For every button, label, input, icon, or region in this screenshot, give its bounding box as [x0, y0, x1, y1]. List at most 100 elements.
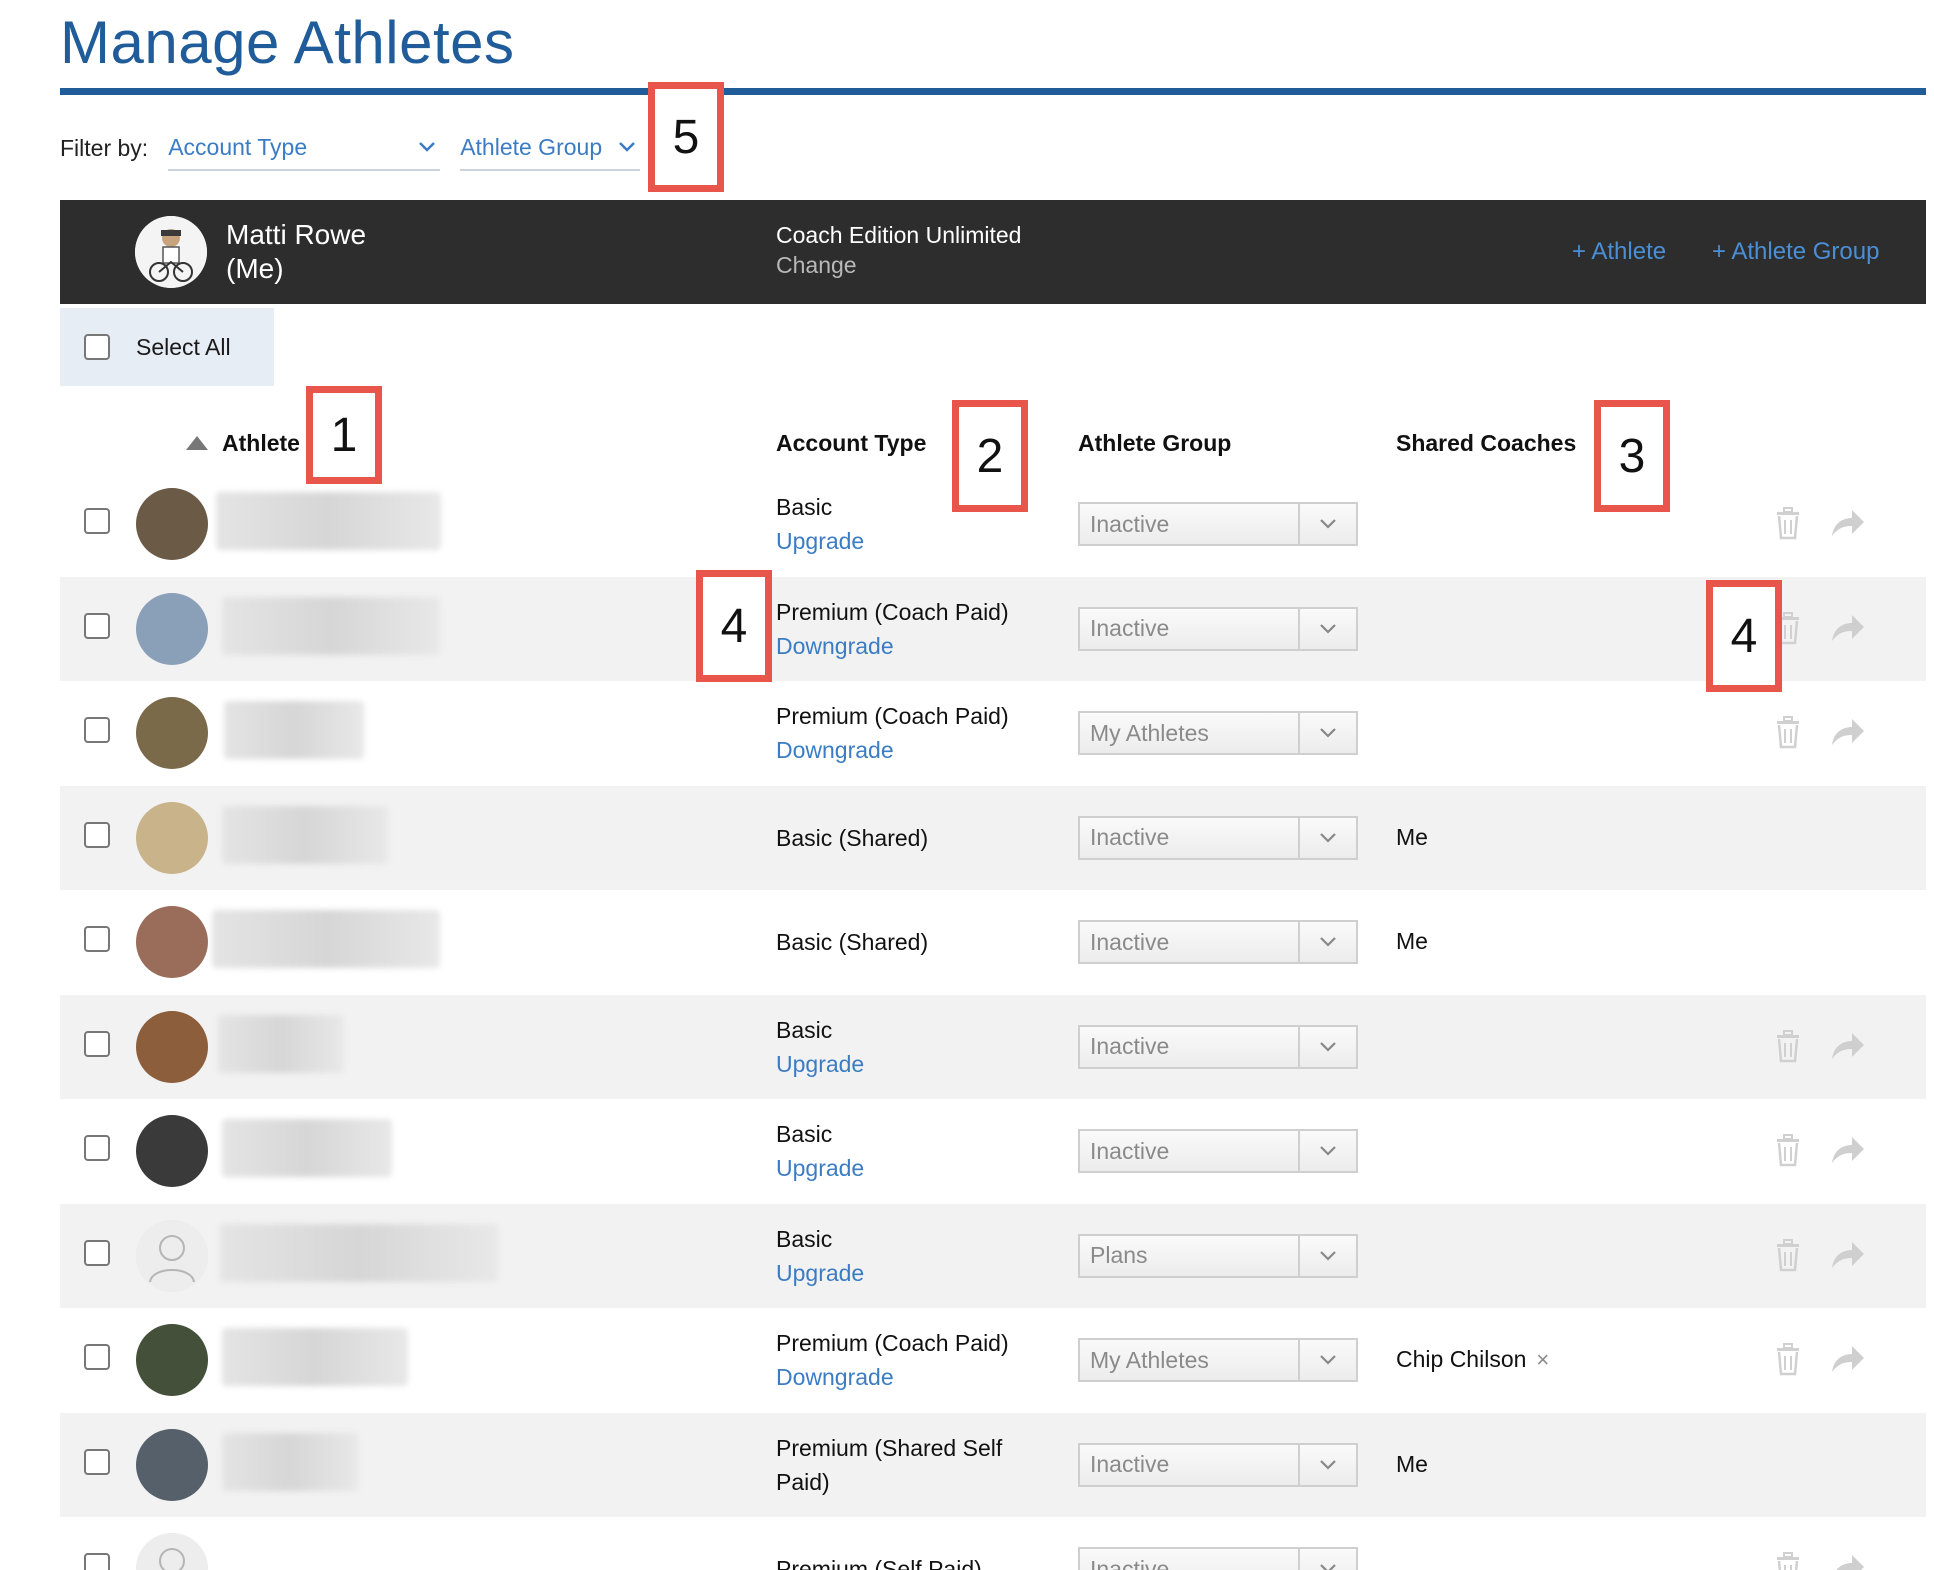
row-checkbox[interactable] — [84, 1135, 110, 1161]
chevron-down-icon — [1298, 817, 1356, 858]
upgrade-link[interactable]: Upgrade — [776, 1256, 1036, 1290]
trash-icon[interactable] — [1774, 1551, 1802, 1570]
account-type-value: Premium (Coach Paid) — [776, 598, 1009, 625]
athlete-group-select[interactable]: My Athletes — [1078, 1338, 1358, 1382]
select-all-label: Select All — [136, 333, 231, 360]
upgrade-link[interactable]: Upgrade — [776, 524, 1036, 558]
chevron-down-icon — [1298, 922, 1356, 962]
row-checkbox[interactable] — [84, 821, 110, 848]
table-row: Basic Upgrade Inactive — [60, 994, 1926, 1099]
select-all-checkbox[interactable] — [84, 334, 110, 360]
downgrade-link[interactable]: Downgrade — [776, 1360, 1036, 1394]
athlete-group-value: My Athletes — [1090, 1346, 1209, 1373]
athlete-name-redacted — [222, 596, 440, 655]
row-checkbox[interactable] — [84, 1553, 110, 1570]
add-athlete-group-button[interactable]: + Athlete Group — [1712, 238, 1879, 266]
column-header-athlete[interactable]: Athlete — [222, 430, 300, 457]
row-checkbox[interactable] — [84, 926, 110, 952]
athlete-group-select[interactable]: Inactive — [1078, 1547, 1358, 1570]
athlete-avatar — [136, 1010, 208, 1083]
row-checkbox[interactable] — [84, 508, 110, 534]
athlete-group-select[interactable]: Inactive — [1078, 920, 1358, 964]
shared-coach-name: Chip Chilson — [1396, 1346, 1527, 1372]
table-row: Premium (Coach Paid) Downgrade My Athletes — [60, 681, 1926, 786]
row-checkbox[interactable] — [84, 1239, 110, 1266]
athlete-name-redacted — [218, 1014, 344, 1073]
share-arrow-icon[interactable] — [1830, 613, 1866, 643]
row-checkbox[interactable] — [84, 717, 110, 743]
cyclist-avatar-icon — [135, 216, 207, 288]
user-placeholder-icon — [136, 1533, 208, 1570]
add-athlete-button[interactable]: + Athlete — [1572, 238, 1666, 266]
chevron-down-icon — [1298, 1235, 1356, 1276]
shared-coaches-cell: Me — [1396, 1451, 1428, 1478]
account-type-cell: Basic Upgrade — [776, 1117, 1036, 1185]
trash-icon[interactable] — [1774, 1238, 1802, 1272]
trash-icon[interactable] — [1774, 506, 1802, 540]
chevron-down-icon — [1298, 1444, 1356, 1485]
share-arrow-icon[interactable] — [1830, 1135, 1866, 1165]
athlete-name-redacted — [220, 1223, 498, 1282]
coach-name-line1: Matti Rowe — [226, 219, 367, 250]
account-type-cell: Premium (Coach Paid) Downgrade — [776, 699, 1036, 767]
row-checkbox[interactable] — [84, 1344, 110, 1370]
athlete-avatar — [136, 906, 208, 978]
remove-coach-icon[interactable]: × — [1536, 1347, 1549, 1372]
share-arrow-icon[interactable] — [1830, 1240, 1866, 1270]
account-type-value: Premium (Self Paid) — [776, 1556, 982, 1570]
filter-label: Filter by: — [60, 134, 149, 161]
row-checkbox[interactable] — [84, 1030, 110, 1057]
athlete-name-redacted — [222, 805, 388, 864]
athlete-group-select[interactable]: My Athletes — [1078, 711, 1358, 755]
trash-icon[interactable] — [1774, 1342, 1802, 1376]
table-row: Premium (Shared Self Paid) Inactive Me — [60, 1412, 1926, 1517]
trash-icon[interactable] — [1774, 1029, 1802, 1063]
chevron-down-icon — [619, 142, 636, 152]
athlete-group-select[interactable]: Plans — [1078, 1233, 1358, 1278]
athlete-group-select[interactable]: Inactive — [1078, 1024, 1358, 1069]
account-type-cell: Basic (Shared) — [776, 925, 1036, 959]
athlete-group-select[interactable]: Inactive — [1078, 606, 1358, 651]
column-header-account-type: Account Type — [776, 430, 927, 456]
coach-header-bar: Matti Rowe (Me) Coach Edition Unlimited … — [60, 200, 1926, 304]
athlete-name-redacted — [212, 910, 440, 968]
table-row: Antony HetuPremium (Self Paid)Inactive — [60, 1517, 1926, 1570]
upgrade-link[interactable]: Upgrade — [776, 1047, 1036, 1081]
athlete-group-select[interactable]: Inactive — [1078, 815, 1358, 860]
athlete-group-select[interactable]: Inactive — [1078, 1442, 1358, 1487]
account-type-filter[interactable]: Account Type — [168, 125, 441, 171]
row-checkbox[interactable] — [84, 1448, 110, 1475]
change-plan-link[interactable]: Change — [776, 252, 857, 279]
upgrade-link[interactable]: Upgrade — [776, 1151, 1036, 1185]
select-all[interactable]: Select All — [60, 308, 274, 386]
trash-icon[interactable] — [1774, 1133, 1802, 1167]
share-arrow-icon[interactable] — [1830, 508, 1866, 538]
athlete-group-select[interactable]: Inactive — [1078, 1129, 1358, 1173]
sort-ascending-icon[interactable] — [186, 436, 208, 450]
shared-coaches-cell: Me — [1396, 928, 1428, 955]
shared-coach-name: Me — [1396, 928, 1428, 954]
share-arrow-icon[interactable] — [1830, 1344, 1866, 1374]
table-row: Basic (Shared) Inactive Me — [60, 785, 1926, 890]
athlete-group-filter[interactable]: Athlete Group — [460, 125, 641, 171]
plus-icon: + — [1572, 238, 1587, 265]
trash-icon[interactable] — [1774, 715, 1802, 749]
column-header-shared-coaches: Shared Coaches — [1396, 430, 1577, 456]
downgrade-link[interactable]: Downgrade — [776, 629, 1036, 663]
athlete-group-select[interactable]: Inactive — [1078, 502, 1358, 546]
athlete-group-value: Inactive — [1090, 928, 1170, 955]
athlete-name-redacted — [222, 1328, 408, 1386]
account-type-value: Basic (Shared) — [776, 824, 929, 851]
row-checkbox[interactable] — [84, 612, 110, 639]
share-arrow-icon[interactable] — [1830, 1553, 1866, 1570]
share-arrow-icon[interactable] — [1830, 1031, 1866, 1061]
chevron-down-icon — [1298, 1131, 1356, 1171]
share-arrow-icon[interactable] — [1830, 717, 1866, 747]
account-type-cell: Basic Upgrade — [776, 1013, 1036, 1081]
table-row: Basic Upgrade Plans — [60, 1203, 1926, 1308]
downgrade-link[interactable]: Downgrade — [776, 733, 1036, 767]
account-type-cell: Premium (Coach Paid) Downgrade — [776, 1326, 1036, 1394]
table-row: Basic (Shared) Inactive Me — [60, 890, 1926, 995]
column-header-athlete-group: Athlete Group — [1078, 430, 1232, 456]
callout-badge: 4 — [696, 570, 772, 682]
